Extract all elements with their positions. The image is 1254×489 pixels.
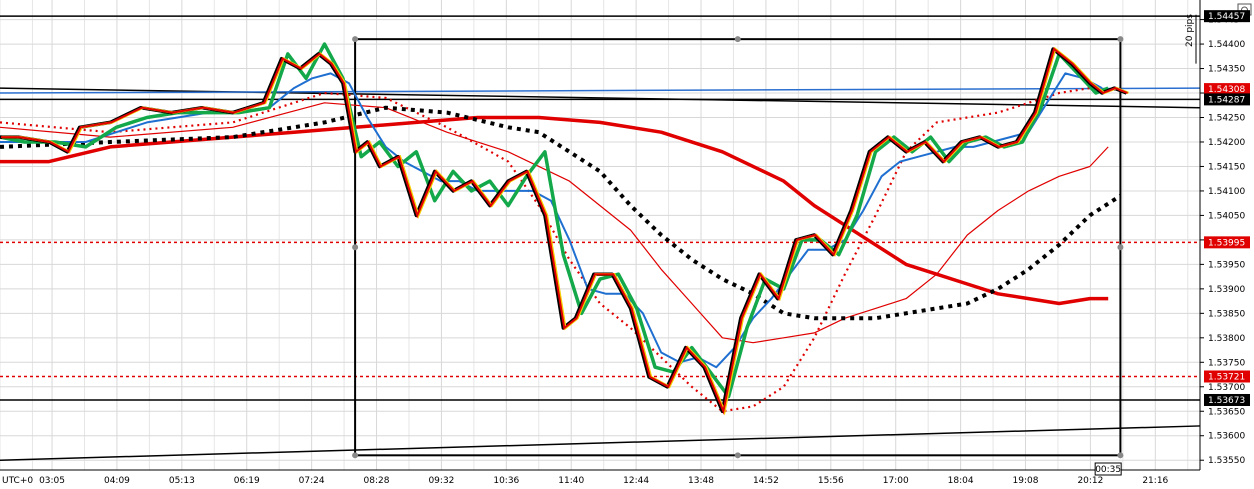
box-handle[interactable] (1117, 36, 1124, 43)
chart-canvas[interactable]: 03:05 04:09 05:13 06:19 07:24 08:28 09:32 10:36… (0, 0, 1254, 489)
y-tick-label: 1.53650 (1208, 407, 1245, 417)
y-tick-label: 1.54350 (1208, 65, 1245, 75)
x-tick-label: 12:44 (623, 476, 649, 486)
box-handle[interactable] (734, 36, 741, 43)
y-tick-label: 1.53800 (1208, 334, 1245, 344)
x-tick-label: 17:00 (883, 476, 909, 486)
x-tick-label: 14:52 (753, 476, 779, 486)
y-tick-label: 1.53850 (1208, 309, 1245, 319)
y-tick-label: 1.53600 (1208, 432, 1245, 442)
box-handle[interactable] (734, 452, 741, 459)
x-tick-label: 08:28 (364, 476, 390, 486)
price-chart[interactable]: 03:05 04:09 05:13 06:19 07:24 08:28 09:32 10:36… (0, 0, 1254, 489)
y-tick-label: 1.54250 (1208, 114, 1245, 124)
x-tick-label: 10:36 (493, 476, 519, 486)
box-handle[interactable] (352, 36, 359, 43)
y-tick-label: 1.53950 (1208, 260, 1245, 270)
price-tag-label: 1.53721 (1208, 372, 1245, 382)
y-tick-label: 1.53900 (1208, 285, 1245, 295)
x-tick-label: 06:19 (234, 476, 260, 486)
x-tick-label: 13:48 (688, 476, 714, 486)
cursor-time-label: 00:35 (1095, 465, 1121, 475)
x-tick-label: 20:12 (1077, 476, 1103, 486)
x-tick-label: 04:09 (104, 476, 130, 486)
y-tick-label: 1.54050 (1208, 211, 1245, 221)
box-handle[interactable] (352, 452, 359, 459)
pips-label: 20 pips (1185, 14, 1195, 47)
y-tick-label: 1.54400 (1208, 40, 1245, 50)
price-tag-label: 1.53673 (1208, 396, 1245, 406)
y-tick-label: 1.53700 (1208, 383, 1245, 393)
y-tick-label: 1.54200 (1208, 138, 1245, 148)
x-tick-label: 15:56 (818, 476, 844, 486)
price-tag-label: 1.53995 (1208, 238, 1245, 248)
x-tick-label: 19:08 (1013, 476, 1039, 486)
y-tick-label: 1.54100 (1208, 187, 1245, 197)
price-tag-label: 1.54457 (1208, 12, 1245, 22)
x-tick-label: 09:32 (428, 476, 454, 486)
y-tick-label: 1.53550 (1208, 456, 1245, 466)
box-handle[interactable] (352, 244, 359, 251)
x-tick-label: 05:13 (169, 476, 195, 486)
x-tick-label: 18:04 (948, 476, 974, 486)
x-tick-label: 11:40 (558, 476, 584, 486)
box-handle[interactable] (1117, 452, 1124, 459)
price-tag-label: 1.54287 (1208, 95, 1245, 105)
x-tick-label: 03:05 (39, 476, 65, 486)
x-tick-label: 07:24 (299, 476, 325, 486)
y-tick-label: 1.53750 (1208, 358, 1245, 368)
box-handle[interactable] (1117, 244, 1124, 251)
y-tick-label: 1.54150 (1208, 162, 1245, 172)
timezone-label: UTC+0 (2, 476, 33, 486)
x-tick-label: 21:16 (1142, 476, 1168, 486)
